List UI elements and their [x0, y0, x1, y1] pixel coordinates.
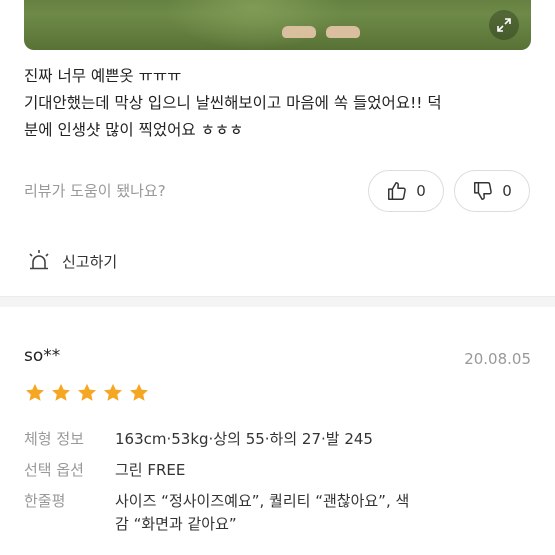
review-date: 20.08.05	[464, 350, 531, 368]
summary-row: 한줄평 사이즈 “정사이즈예요”, 퀄리티 “괜찮아요”, 색감 “화면과 같아…	[24, 490, 415, 536]
star-rating	[24, 382, 150, 404]
reviewer-name: so**	[24, 346, 61, 366]
section-divider	[0, 296, 555, 307]
body-info-label: 체형 정보	[24, 430, 84, 448]
dislike-count: 0	[502, 182, 512, 200]
review-body: 진짜 너무 예쁜옷 ㅠㅠㅠ 기대안했는데 막상 입으니 날씬해보이고 마음에 쏙…	[24, 63, 534, 144]
star-icon	[26, 383, 44, 401]
thumbs-up-icon	[388, 182, 407, 200]
summary-label: 한줄평	[24, 492, 66, 510]
thumbs-down-icon	[474, 182, 493, 200]
star-icon	[104, 383, 122, 401]
like-count: 0	[416, 182, 426, 200]
option-label: 선택 옵션	[24, 461, 84, 479]
like-button[interactable]: 0	[368, 170, 444, 212]
star-icon	[78, 383, 96, 401]
review-line: 진짜 너무 예쁜옷 ㅠㅠㅠ	[24, 67, 182, 85]
star-icon	[130, 383, 148, 401]
review-line: 기대안했는데 막상 입으니 날씬해보이고 마음에 쏙 들었어요!! 덕	[24, 94, 442, 112]
report-label: 신고하기	[62, 252, 118, 271]
option-row: 선택 옵션 그린 FREE	[24, 459, 415, 482]
helpful-question: 리뷰가 도움이 됐나요?	[24, 182, 166, 200]
option-value: 그린 FREE	[115, 461, 186, 479]
body-info-value: 163cm·53kg·상의 55·하의 27·발 245	[115, 430, 373, 448]
dislike-button[interactable]: 0	[454, 170, 530, 212]
review-line: 분에 인생샷 많이 찍었어요 ㅎㅎㅎ	[24, 121, 244, 139]
siren-icon	[29, 250, 49, 270]
report-button[interactable]: 신고하기	[26, 248, 117, 274]
summary-value: 사이즈 “정사이즈예요”, 퀄리티 “괜찮아요”, 색감 “화면과 같아요”	[115, 492, 410, 533]
expand-icon[interactable]	[489, 10, 519, 40]
star-icon	[52, 383, 70, 401]
body-info-row: 체형 정보 163cm·53kg·상의 55·하의 27·발 245	[24, 428, 415, 451]
review-photo[interactable]	[24, 0, 531, 50]
photo-feet	[282, 8, 362, 38]
